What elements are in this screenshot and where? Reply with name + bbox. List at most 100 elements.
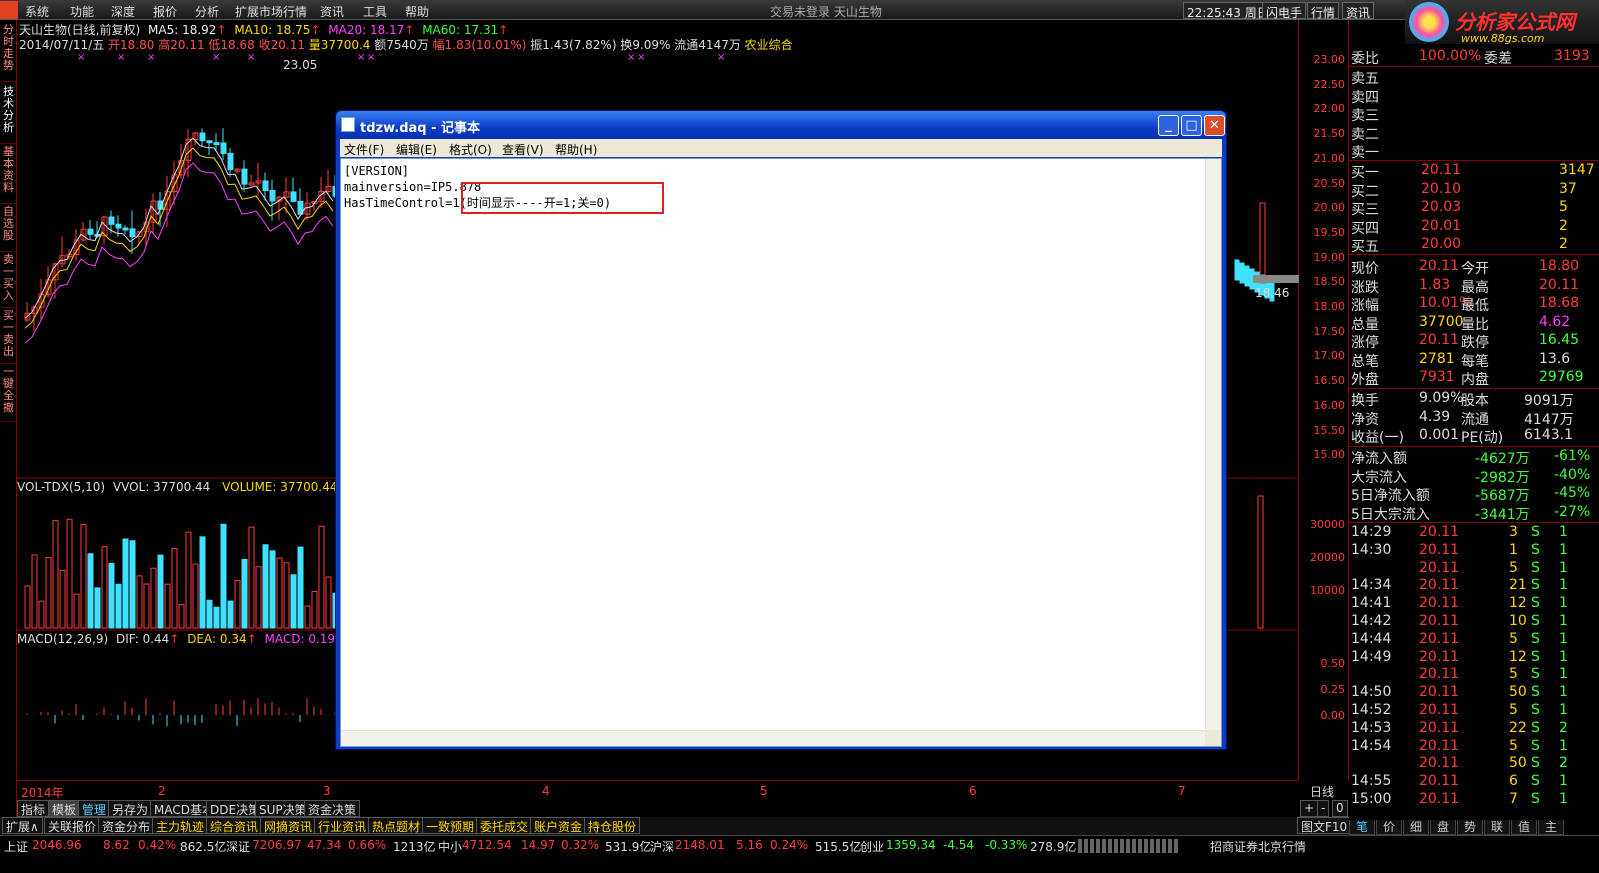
- minimize-button[interactable]: _: [1158, 115, 1179, 136]
- quote-cell: 买四: [1351, 220, 1379, 237]
- zoom-in-button[interactable]: +: [1300, 800, 1319, 817]
- tab-sell1-buy[interactable]: 卖一买入: [1, 254, 16, 308]
- menu-function[interactable]: 功能: [70, 3, 94, 20]
- ma10-line: [24, 147, 334, 329]
- menu-help[interactable]: 帮助: [405, 3, 429, 20]
- tab-general-news[interactable]: 综合资讯: [206, 817, 263, 834]
- horizontal-scrollbar[interactable]: [341, 730, 1206, 746]
- gem-index-label: 创业: [860, 840, 885, 854]
- tab-template[interactable]: 模板: [48, 800, 81, 817]
- flash-trade-button[interactable]: 闪电手: [1262, 2, 1307, 20]
- tab-technical[interactable]: 技术分析: [1, 86, 16, 144]
- sh-index-value: 2046.96: [32, 838, 82, 852]
- tab-expand[interactable]: 扩展∧: [2, 817, 43, 834]
- np-menu-edit[interactable]: 编辑(E): [396, 141, 437, 158]
- stat-row: 总量 37700 量比 4.62: [1349, 313, 1599, 333]
- tab-account-funds[interactable]: 账户资金: [530, 817, 587, 834]
- tab-cancel-all[interactable]: 一键全撤: [1, 366, 16, 422]
- resize-grip[interactable]: [1205, 730, 1221, 746]
- tab-fund-distribution[interactable]: 资金分布: [98, 817, 155, 834]
- quote-cell: 1: [1559, 702, 1568, 718]
- menu-tools[interactable]: 工具: [363, 3, 387, 20]
- tab-orders[interactable]: 委托成交: [476, 817, 533, 834]
- vertical-scrollbar[interactable]: [1205, 159, 1221, 731]
- candle-body: [115, 223, 122, 229]
- tab-web-news[interactable]: 网摘资讯: [260, 817, 317, 834]
- tab-consensus[interactable]: 一致预期: [422, 817, 479, 834]
- quote-cell: -45%: [1554, 485, 1591, 501]
- quote-cell: 5: [1509, 666, 1518, 683]
- quote-cell: S: [1531, 524, 1540, 540]
- menu-analysis[interactable]: 分析: [195, 3, 219, 20]
- quote-cell: 20.11: [1419, 559, 1460, 576]
- menu-depth[interactable]: 深度: [111, 3, 135, 20]
- tab-positions[interactable]: 持仓股份: [584, 817, 641, 834]
- np-menu-help[interactable]: 帮助(H): [555, 141, 597, 158]
- np-menu-view[interactable]: 查看(V): [502, 141, 544, 158]
- quote-cell: 14:30: [1351, 541, 1392, 558]
- tab-fundamentals[interactable]: 基本资料: [1, 146, 16, 204]
- news-button[interactable]: 资讯: [1342, 2, 1375, 20]
- menu-system[interactable]: 系统: [25, 3, 49, 20]
- broker-label: 招商证券北京行情: [1210, 840, 1307, 854]
- notepad-text-area[interactable]: [VERSION] mainversion=IP5.878 HasTimeCon…: [340, 158, 1222, 747]
- menu-quote[interactable]: 报价: [153, 3, 177, 20]
- f10-button[interactable]: 图文F10: [1297, 817, 1352, 834]
- separator: [1349, 66, 1599, 67]
- quote-cell: 20.11: [1419, 755, 1460, 772]
- quote-cell: 14:52: [1351, 702, 1392, 718]
- tick-row: 20.11 5 S 1: [1349, 560, 1599, 578]
- quote-cell: 12: [1509, 648, 1527, 665]
- volume-bar: [87, 553, 94, 629]
- quote-cell: 1: [1559, 630, 1568, 647]
- tick-row: 14:54 20.11 5 S 1: [1349, 738, 1599, 756]
- event-marker: ×: [247, 52, 255, 63]
- tick-row: 14:30 20.11 1 S 1: [1349, 542, 1599, 560]
- tab-intraday[interactable]: 分时走势: [1, 24, 16, 82]
- stat-row: 涨跌 1.83 最高 20.11: [1349, 277, 1599, 296]
- quote-cell: 20.10: [1421, 180, 1462, 197]
- quote-cell: 买一: [1351, 165, 1379, 181]
- notepad-titlebar[interactable]: tdzw.daq - 记事本 _ □ ✕: [336, 111, 1226, 139]
- np-menu-file[interactable]: 文件(F): [344, 141, 384, 158]
- quote-cell: 总笔: [1351, 353, 1379, 370]
- np-menu-format[interactable]: 格式(O): [449, 141, 492, 158]
- macd-title: MACD(12,26,9): [17, 632, 109, 646]
- tab-save-as[interactable]: 另存为: [108, 800, 153, 817]
- tab-sup-decision[interactable]: SUP决策: [255, 800, 311, 817]
- tab-industry-news[interactable]: 行业资讯: [314, 817, 371, 834]
- maximize-button[interactable]: □: [1181, 115, 1202, 136]
- menu-extended-market[interactable]: 扩展市场行情: [235, 3, 307, 20]
- info-tabs: 扩展∧ 关联报价 资金分布 主力轨迹 综合资讯 网摘资讯 行业资讯 热点题材 一…: [0, 817, 1352, 835]
- menu-news[interactable]: 资讯: [320, 3, 344, 20]
- tab-indicator[interactable]: 指标: [17, 800, 50, 817]
- close-button[interactable]: ✕: [1204, 115, 1225, 136]
- separator: [1349, 254, 1599, 255]
- quote-cell: S: [1531, 613, 1540, 629]
- quote-cell: S: [1531, 648, 1540, 665]
- tab-related-quote[interactable]: 关联报价: [44, 817, 101, 834]
- quote-cell: 9.09%: [1419, 390, 1464, 406]
- smb-index-value: 4712.54: [462, 838, 512, 852]
- tab-watchlist[interactable]: 自选股: [1, 206, 16, 252]
- period-label[interactable]: 日线: [1310, 783, 1334, 800]
- tab-hot-topics[interactable]: 热点题材: [368, 817, 425, 834]
- tab-buy1-sell[interactable]: 买一卖出: [1, 310, 16, 364]
- quote-cell: 1: [1559, 791, 1568, 807]
- zoom-out-button[interactable]: -: [1317, 800, 1330, 817]
- quotes-button[interactable]: 行情: [1307, 2, 1340, 20]
- notepad-menubar: 文件(F) 编辑(E) 格式(O) 查看(V) 帮助(H): [340, 139, 1222, 157]
- quote-cell: -3441万: [1475, 506, 1530, 523]
- notepad-window[interactable]: tdzw.daq - 记事本 _ □ ✕ 文件(F) 编辑(E) 格式(O) 查…: [335, 110, 1227, 750]
- tab-manage[interactable]: 管理: [78, 800, 111, 817]
- quote-cell: 14:53: [1351, 719, 1392, 736]
- zoom-reset-button[interactable]: 0: [1332, 800, 1348, 817]
- bid-row: 买一 20.11 3147: [1349, 162, 1599, 181]
- bid-row: 买四 20.01 2: [1349, 218, 1599, 237]
- candle-body: [108, 216, 115, 225]
- activity-meter: [1078, 839, 1178, 853]
- quote-cell: 14:49: [1351, 648, 1392, 665]
- tab-fund-decision[interactable]: 资金决策: [304, 800, 361, 817]
- quote-cell: 4.62: [1539, 313, 1571, 330]
- tab-main-force[interactable]: 主力轨迹: [152, 817, 209, 834]
